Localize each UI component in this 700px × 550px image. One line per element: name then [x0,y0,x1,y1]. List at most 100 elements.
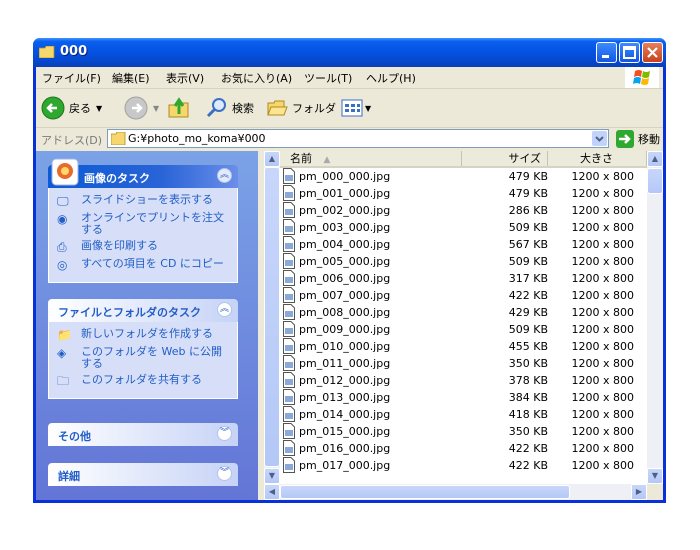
file-name: pm_004_000.jpg [299,238,391,251]
menu-favorites[interactable]: お気に入り(A) [221,70,292,86]
details-panel: 詳細 ︾ [48,463,238,486]
file-name: pm_006_000.jpg [299,272,391,285]
address-bar: アドレス(D) G:¥photo_mo_koma¥000 移動 [36,128,663,150]
table-row[interactable]: pm_001_000.jpg 479 KB 1200 x 800 [280,185,647,202]
file-size: 418 KB [508,408,548,421]
up-folder-button[interactable] [168,89,190,127]
chevron-down-icon [595,136,604,142]
menu-view[interactable]: 表示(V) [166,70,204,86]
table-row[interactable]: pm_011_000.jpg 350 KB 1200 x 800 [280,355,647,372]
maximize-button[interactable] [619,42,640,63]
file-name: pm_001_000.jpg [299,187,391,200]
menu-help[interactable]: ヘルプ(H) [366,70,416,86]
file-dimensions: 1200 x 800 [571,306,635,319]
folder-tasks-header[interactable]: ファイルとフォルダのタスク ︽ [48,299,238,322]
table-row[interactable]: pm_014_000.jpg 418 KB 1200 x 800 [280,406,647,423]
folders-label: フォルダ [292,102,336,115]
table-row[interactable]: pm_009_000.jpg 509 KB 1200 x 800 [280,321,647,338]
table-row[interactable]: pm_017_000.jpg 422 KB 1200 x 800 [280,457,647,474]
table-row[interactable]: pm_015_000.jpg 350 KB 1200 x 800 [280,423,647,440]
scroll-thumb[interactable] [264,167,280,467]
details-header[interactable]: 詳細 ︾ [48,463,238,486]
scroll-left-icon[interactable]: ◀ [264,484,280,500]
close-button[interactable] [642,42,663,63]
scroll-up-icon[interactable]: ▲ [647,151,663,167]
file-dimensions: 1200 x 800 [571,289,635,302]
file-name: pm_016_000.jpg [299,442,391,455]
menu-file[interactable]: ファイル(F) [42,70,101,86]
back-button[interactable]: 戻る ▼ [41,89,102,127]
forward-button[interactable]: ▼ [124,89,159,127]
task-slideshow[interactable]: 🖵 スライドショーを表示する [57,194,231,209]
file-dimensions: 1200 x 800 [571,170,635,183]
size-grip[interactable] [647,484,663,500]
views-button[interactable]: ▼ [341,89,371,127]
table-row[interactable]: pm_004_000.jpg 567 KB 1200 x 800 [280,236,647,253]
table-row[interactable]: pm_013_000.jpg 384 KB 1200 x 800 [280,389,647,406]
scroll-up-icon[interactable]: ▲ [264,151,280,167]
task-pane: 画像のタスク ︽ 🖵 スライドショーを表示する ◉ オンラインでプリントを注文す… [36,151,258,500]
title-bar[interactable]: 000 [33,38,666,67]
table-row[interactable]: pm_006_000.jpg 317 KB 1200 x 800 [280,270,647,287]
scroll-thumb[interactable] [647,168,663,194]
vertical-scrollbar[interactable]: ▲ ▼ [647,151,663,484]
web-publish-icon: ◈ [57,346,67,360]
task-order-prints[interactable]: ◉ オンラインでプリントを注文する [57,212,231,236]
horizontal-scrollbar[interactable]: ◀ ▶ [264,484,647,500]
search-button[interactable]: 検索 [206,89,254,127]
file-size: 455 KB [508,340,548,353]
address-field[interactable]: G:¥photo_mo_koma¥000 [107,129,609,148]
file-dimensions: 1200 x 800 [571,442,635,455]
back-dropdown-icon[interactable]: ▼ [96,104,102,113]
task-publish-web[interactable]: ◈ このフォルダを Web に公開する [57,346,231,370]
task-print-images[interactable]: ⎙ 画像を印刷する [57,240,231,255]
horizontal-scroll-thumb[interactable] [280,485,570,499]
image-tasks-header[interactable]: 画像のタスク ︽ [48,158,238,188]
address-dropdown-button[interactable] [592,131,607,146]
task-new-folder[interactable]: 📁 新しいフォルダを作成する [57,327,231,343]
forward-dropdown-icon[interactable]: ▼ [153,104,159,113]
table-row[interactable]: pm_007_000.jpg 422 KB 1200 x 800 [280,287,647,304]
back-label: 戻る [69,102,91,115]
column-name[interactable]: 名前 ▲ [280,151,462,166]
file-name: pm_005_000.jpg [299,255,391,268]
expand-icon[interactable]: ︾ [217,466,232,481]
scroll-right-icon[interactable]: ▶ [631,484,647,500]
table-row[interactable]: pm_000_000.jpg 479 KB 1200 x 800 [280,168,647,185]
printer-icon: ⎙ [57,240,67,254]
go-arrow-icon [616,130,634,148]
column-dimensions[interactable]: 大きさ [548,151,647,166]
toolbar: 戻る ▼ ▼ 検索 フォルダ ▼ [36,89,663,128]
column-size[interactable]: サイズ [462,151,548,166]
scroll-down-icon[interactable]: ▼ [647,468,663,484]
task-copy-to-cd[interactable]: ◎ すべての項目を CD にコピー [57,258,231,273]
table-row[interactable]: pm_016_000.jpg 422 KB 1200 x 800 [280,440,647,457]
folder-icon [39,46,55,58]
collapse-icon[interactable]: ︽ [217,168,232,183]
table-row[interactable]: pm_010_000.jpg 455 KB 1200 x 800 [280,338,647,355]
table-row[interactable]: pm_002_000.jpg 286 KB 1200 x 800 [280,202,647,219]
table-row[interactable]: pm_005_000.jpg 509 KB 1200 x 800 [280,253,647,270]
left-vertical-scrollbar[interactable]: ▲ ▼ [264,151,280,484]
other-places-header[interactable]: その他 ︾ [48,423,238,446]
menu-tools[interactable]: ツール(T) [304,70,352,86]
folders-button[interactable]: フォルダ [266,89,336,127]
file-dimensions: 1200 x 800 [571,340,635,353]
jpg-file-icon [283,185,295,201]
file-size: 429 KB [508,306,548,319]
new-folder-icon: 📁 [57,328,72,342]
menu-edit[interactable]: 編集(E) [112,70,150,86]
go-button[interactable]: 移動 [616,130,660,148]
table-row[interactable]: pm_008_000.jpg 429 KB 1200 x 800 [280,304,647,321]
expand-icon[interactable]: ︾ [217,426,232,441]
scroll-down-icon[interactable]: ▼ [264,468,280,484]
table-row[interactable]: pm_003_000.jpg 509 KB 1200 x 800 [280,219,647,236]
file-name: pm_009_000.jpg [299,323,391,336]
minimize-button[interactable] [596,42,617,63]
task-label: 新しいフォルダを作成する [81,327,213,340]
collapse-icon[interactable]: ︽ [217,302,232,317]
file-dimensions: 1200 x 800 [571,408,635,421]
task-share-folder[interactable]: 🗀 このフォルダを共有する [57,374,231,389]
jpg-file-icon [283,202,295,218]
table-row[interactable]: pm_012_000.jpg 378 KB 1200 x 800 [280,372,647,389]
